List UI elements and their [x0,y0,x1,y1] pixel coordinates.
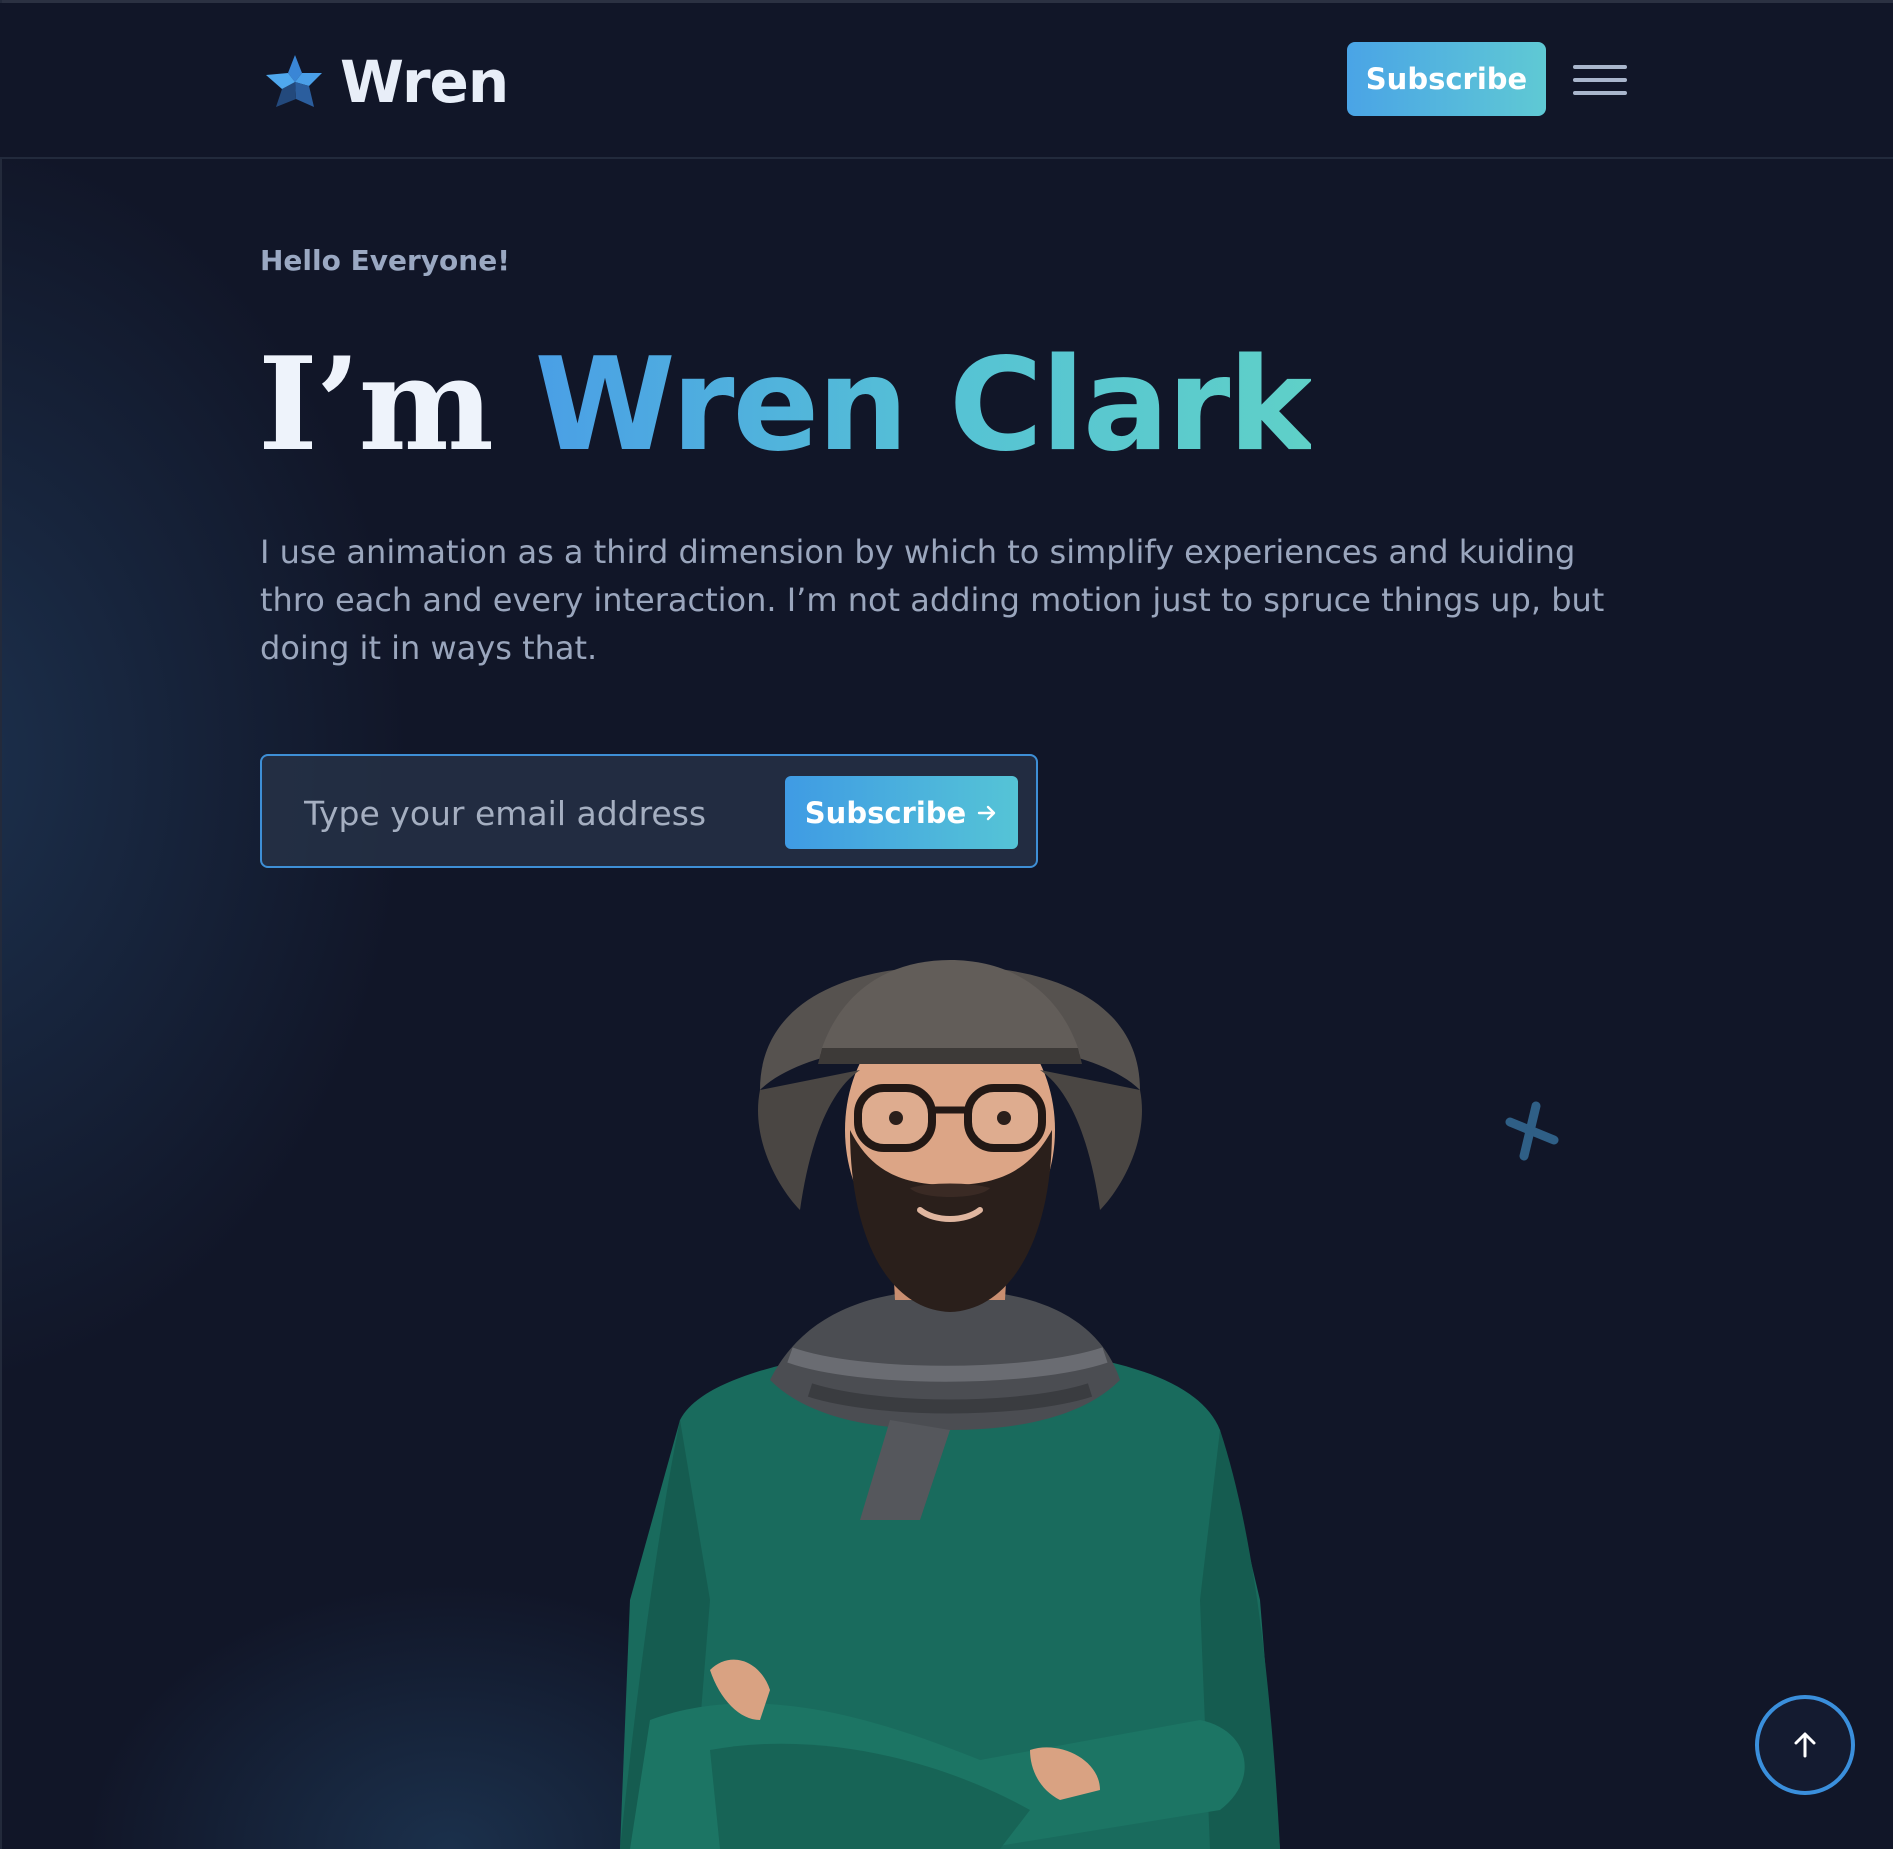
hero-greeting: Hello Everyone! [260,244,510,277]
cross-icon [1505,1101,1559,1161]
star-logo-icon [266,55,322,107]
portrait-image [620,960,1280,1849]
scroll-to-top-button[interactable] [1755,1695,1855,1795]
hamburger-menu-icon[interactable] [1573,63,1629,99]
form-subscribe-label: Subscribe [804,795,967,830]
brand-name: Wren [340,48,509,116]
arrow-up-icon [1794,1732,1816,1758]
brand-logo-link[interactable]: Wren [262,47,509,117]
menu-bar-middle [1573,78,1627,82]
arrow-right-icon [978,805,996,820]
form-subscribe-button[interactable]: Subscribe [785,776,1018,849]
window-left-edge [0,0,2,1849]
headline-lead: I’m [258,330,535,480]
subscribe-form: Subscribe [260,754,1038,868]
page: Wren Subscribe Hello Everyone! I’m Wren … [0,0,1893,1849]
menu-bar-bottom [1573,91,1627,95]
hero-intro: I use animation as a third dimension by … [260,533,1605,667]
headline-name: Wren Clark [534,331,1313,480]
hero-headline: I’m Wren Clark [258,330,1313,481]
email-input[interactable] [302,784,756,842]
site-header: Wren Subscribe [0,3,1893,159]
header-subscribe-button[interactable]: Subscribe [1347,42,1546,116]
menu-bar-top [1573,65,1627,69]
